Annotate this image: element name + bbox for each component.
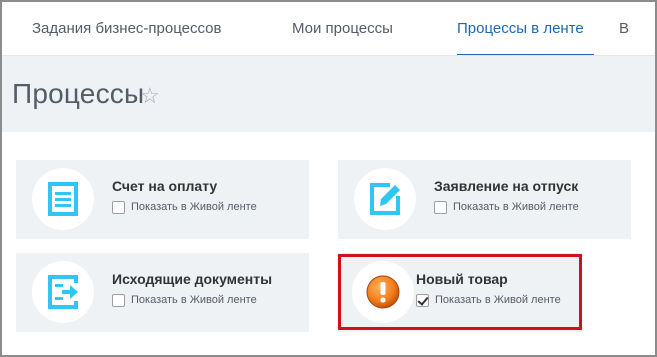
show-in-feed-label[interactable]: Показать в Живой ленте <box>435 294 561 306</box>
process-title[interactable]: Счет на оплату <box>112 178 217 194</box>
active-tab-indicator <box>457 54 594 55</box>
outgoing-document-icon <box>32 261 94 323</box>
process-card-new-product[interactable]: Новый товар Показать в Живой ленте <box>338 253 582 332</box>
show-in-feed-checkbox[interactable] <box>112 294 125 307</box>
process-title[interactable]: Новый товар <box>416 271 508 287</box>
star-outline-icon[interactable]: ☆ <box>140 83 160 109</box>
edit-document-icon <box>354 168 416 230</box>
process-card-vacation-request[interactable]: Заявление на отпуск Показать в Живой лен… <box>338 160 631 239</box>
show-in-feed-checkbox[interactable] <box>416 294 429 307</box>
show-in-feed-checkbox[interactable] <box>112 201 125 214</box>
tab-more[interactable]: В <box>619 20 629 37</box>
tab-business-process-tasks[interactable]: Задания бизнес-процессов <box>32 20 221 37</box>
process-title[interactable]: Заявление на отпуск <box>434 178 578 194</box>
show-in-feed-label[interactable]: Показать в Живой ленте <box>131 201 257 213</box>
invoice-icon <box>32 168 94 230</box>
tab-processes-in-feed[interactable]: Процессы в ленте <box>457 20 584 37</box>
process-card-invoice[interactable]: Счет на оплату Показать в Живой ленте <box>16 160 309 239</box>
warning-exclamation-icon <box>352 261 414 323</box>
process-title[interactable]: Исходящие документы <box>112 271 272 287</box>
show-in-feed-label[interactable]: Показать в Живой ленте <box>453 201 579 213</box>
page-title: Процессы <box>12 78 145 109</box>
show-in-feed-checkbox[interactable] <box>434 201 447 214</box>
process-card-outgoing-documents[interactable]: Исходящие документы Показать в Живой лен… <box>16 253 309 332</box>
tab-my-processes[interactable]: Мои процессы <box>292 20 393 37</box>
show-in-feed-label[interactable]: Показать в Живой ленте <box>131 294 257 306</box>
tab-bar: Задания бизнес-процессов Мои процессы Пр… <box>2 2 655 56</box>
